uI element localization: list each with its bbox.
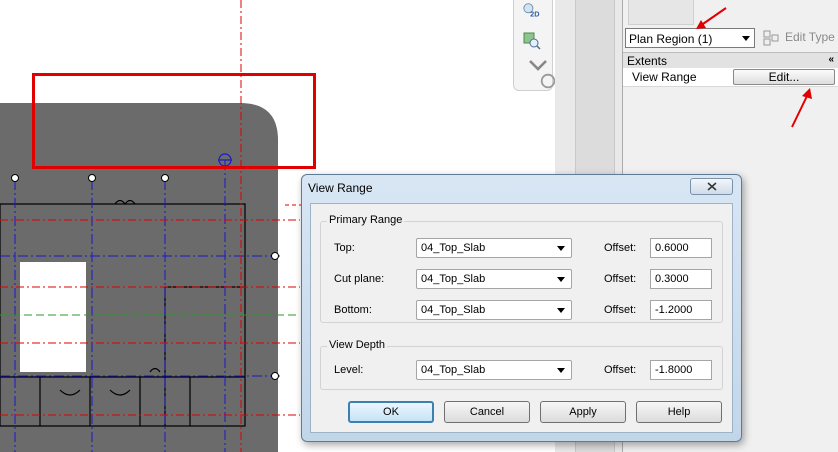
view-depth-group: View Depth Level: 04_Top_Slab Offset: -1…: [320, 339, 723, 390]
bottom-offset-value: -1.2000: [655, 304, 693, 316]
chevron-down-icon: [557, 308, 565, 313]
level-label: Level:: [334, 364, 364, 376]
dialog-close-button[interactable]: [690, 178, 733, 195]
type-selector-value: Plan Region (1): [629, 32, 713, 46]
top-label: Top:: [334, 242, 355, 254]
view-depth-title: View Depth: [327, 339, 388, 351]
cancel-button[interactable]: Cancel: [444, 401, 530, 423]
svg-text:2D: 2D: [530, 9, 539, 18]
view-range-label: View Range: [632, 70, 697, 84]
zoom-icon[interactable]: [522, 32, 542, 50]
red-arrow-icon: [696, 7, 727, 29]
view-depth-offset-input[interactable]: -1.8000: [650, 360, 712, 380]
collapse-icon[interactable]: «: [828, 54, 834, 65]
primary-range-title: Primary Range: [327, 214, 405, 226]
cut-plane-offset-label: Offset:: [604, 273, 637, 285]
top-offset-value: 0.6000: [655, 242, 689, 254]
annotation-highlight-box: [32, 73, 316, 169]
edit-type-button[interactable]: Edit Type: [763, 28, 838, 48]
cut-plane-level-value: 04_Top_Slab: [421, 273, 486, 285]
view-depth-level-value: 04_Top_Slab: [421, 364, 486, 376]
primary-range-group: Primary Range Top: 04_Top_Slab Offset: 0…: [320, 214, 723, 323]
extents-section-header[interactable]: Extents «: [623, 52, 838, 69]
opening: [20, 262, 86, 372]
view-range-edit-button[interactable]: Edit...: [733, 69, 835, 85]
ok-button[interactable]: OK: [348, 401, 434, 423]
chevron-down-icon: [557, 246, 565, 251]
edit-type-icon: [763, 30, 779, 46]
extents-section-title: Extents: [627, 54, 668, 68]
cut-plane-level-select[interactable]: 04_Top_Slab: [416, 269, 572, 289]
chevron-down-icon: [742, 36, 750, 41]
top-level-value: 04_Top_Slab: [421, 242, 486, 254]
apply-button[interactable]: Apply: [540, 401, 626, 423]
help-button[interactable]: Help: [636, 401, 722, 423]
edit-type-label: Edit Type: [785, 30, 835, 44]
bottom-label: Bottom:: [334, 304, 372, 316]
top-level-select[interactable]: 04_Top_Slab: [416, 238, 572, 258]
bottom-level-select[interactable]: 04_Top_Slab: [416, 300, 572, 320]
red-arrow-icon: [791, 88, 812, 128]
bottom-offset-input[interactable]: -1.2000: [650, 300, 712, 320]
cut-plane-offset-value: 0.3000: [655, 273, 689, 285]
bottom-offset-label: Offset:: [604, 304, 637, 316]
dialog-body: Primary Range Top: 04_Top_Slab Offset: 0…: [310, 203, 733, 433]
chevron-down-icon: [557, 277, 565, 282]
view-depth-level-select[interactable]: 04_Top_Slab: [416, 360, 572, 380]
chevron-down-icon: [557, 368, 565, 373]
view-range-dialog: View Range Primary Range Top: 04_Top_Sla…: [301, 174, 742, 442]
cut-plane-offset-input[interactable]: 0.3000: [650, 269, 712, 289]
dialog-title: View Range: [308, 181, 373, 195]
bottom-level-value: 04_Top_Slab: [421, 304, 486, 316]
view-depth-offset-label: Offset:: [604, 364, 637, 376]
cut-plane-label: Cut plane:: [334, 273, 385, 285]
type-preview-image: [628, 0, 694, 25]
view-navigation-bar: 2D: [513, 0, 556, 91]
view-depth-offset-value: -1.8000: [655, 364, 693, 376]
top-offset-input[interactable]: 0.6000: [650, 238, 712, 258]
view-cube-2d-icon[interactable]: 2D: [522, 2, 542, 20]
top-offset-label: Offset:: [604, 242, 637, 254]
close-icon: [707, 182, 717, 191]
